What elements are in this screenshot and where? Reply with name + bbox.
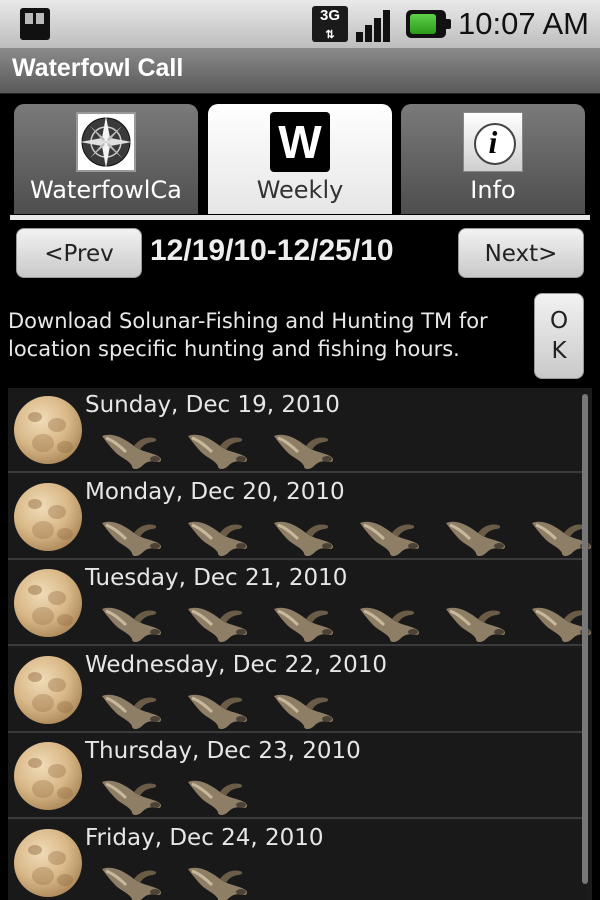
sd-card-icon: [20, 8, 50, 40]
full-moon-icon: [14, 482, 82, 551]
tab-underline: [10, 215, 590, 220]
duck-activity-icon: [270, 599, 338, 645]
full-moon-icon: [14, 828, 82, 897]
day-row[interactable]: Wednesday, Dec 22, 2010: [8, 647, 586, 733]
clock: 10:07 AM: [458, 6, 589, 41]
duck-activity-icon: [184, 599, 252, 645]
battery-icon: [406, 10, 451, 38]
day-label: Tuesday, Dec 21, 2010: [85, 565, 348, 591]
day-row[interactable]: Thursday, Dec 23, 2010: [8, 734, 586, 819]
duck-activity-icon: [270, 513, 338, 559]
duck-activity-icon: [270, 426, 338, 472]
full-moon-icon: [14, 655, 82, 724]
tab-waterfowlcall[interactable]: WaterfowlCa: [14, 104, 198, 214]
day-label: Thursday, Dec 23, 2010: [85, 738, 361, 764]
tab-label: Weekly: [256, 176, 344, 204]
ok-button[interactable]: O K: [534, 293, 584, 379]
duck-activity-icon: [270, 686, 338, 732]
duck-activity-icon: [442, 599, 510, 645]
duck-activity-icon: [184, 859, 252, 900]
app-title-bar: Waterfowl Call: [0, 48, 600, 94]
signal-strength-icon: [356, 8, 396, 42]
duck-activity-icon: [98, 772, 166, 818]
duck-activity-icon: [98, 513, 166, 559]
promo-banner-text: Download Solunar-Fishing and Hunting TM …: [8, 309, 488, 361]
full-moon-icon: [14, 396, 82, 464]
weekly-w-icon: W: [270, 112, 330, 172]
list-scrollbar[interactable]: [582, 394, 588, 884]
ok-button-label: O K: [549, 308, 569, 364]
info-icon: i: [463, 112, 523, 172]
week-range-label: 12/19/10-12/25/10: [150, 234, 394, 267]
duck-activity-icon: [98, 859, 166, 900]
tab-weekly[interactable]: W Weekly: [208, 104, 392, 214]
duck-activity-icon: [184, 513, 252, 559]
app-title: Waterfowl Call: [12, 54, 184, 82]
day-label: Sunday, Dec 19, 2010: [85, 392, 340, 418]
next-week-button[interactable]: Next>: [458, 228, 584, 278]
tab-label: Info: [470, 176, 516, 204]
full-moon-icon: [14, 569, 82, 637]
day-list[interactable]: Sunday, Dec 19, 2010 Monday, Dec 20, 2010…: [8, 388, 592, 900]
duck-activity-icon: [184, 772, 252, 818]
tab-bar: WaterfowlCa W Weekly i Info: [0, 94, 600, 224]
day-row[interactable]: Sunday, Dec 19, 2010: [8, 388, 586, 473]
duck-activity-icon: [184, 426, 252, 472]
duck-activity-icon: [98, 426, 166, 472]
duck-activity-icon: [98, 686, 166, 732]
day-label: Wednesday, Dec 22, 2010: [85, 651, 388, 678]
day-row[interactable]: Monday, Dec 20, 2010: [8, 474, 591, 560]
duck-activity-icon: [442, 513, 510, 559]
status-bar: 3G ⇅ 10:07 AM: [0, 0, 600, 48]
full-moon-icon: [14, 742, 82, 810]
compass-icon: [76, 112, 136, 172]
day-row[interactable]: Friday, Dec 24, 2010: [8, 820, 586, 900]
tab-info[interactable]: i Info: [401, 104, 585, 214]
day-label: Friday, Dec 24, 2010: [85, 824, 324, 851]
duck-activity-icon: [98, 599, 166, 645]
day-row[interactable]: Tuesday, Dec 21, 2010: [8, 561, 591, 646]
duck-activity-icon: [356, 513, 424, 559]
prev-week-button[interactable]: <Prev: [16, 228, 142, 278]
duck-activity-icon: [184, 686, 252, 732]
duck-activity-icon: [356, 599, 424, 645]
network-3g-icon: 3G ⇅: [312, 6, 348, 42]
network-type: 3G: [319, 7, 340, 24]
tab-label: WaterfowlCa: [30, 176, 182, 204]
day-label: Monday, Dec 20, 2010: [85, 478, 345, 505]
